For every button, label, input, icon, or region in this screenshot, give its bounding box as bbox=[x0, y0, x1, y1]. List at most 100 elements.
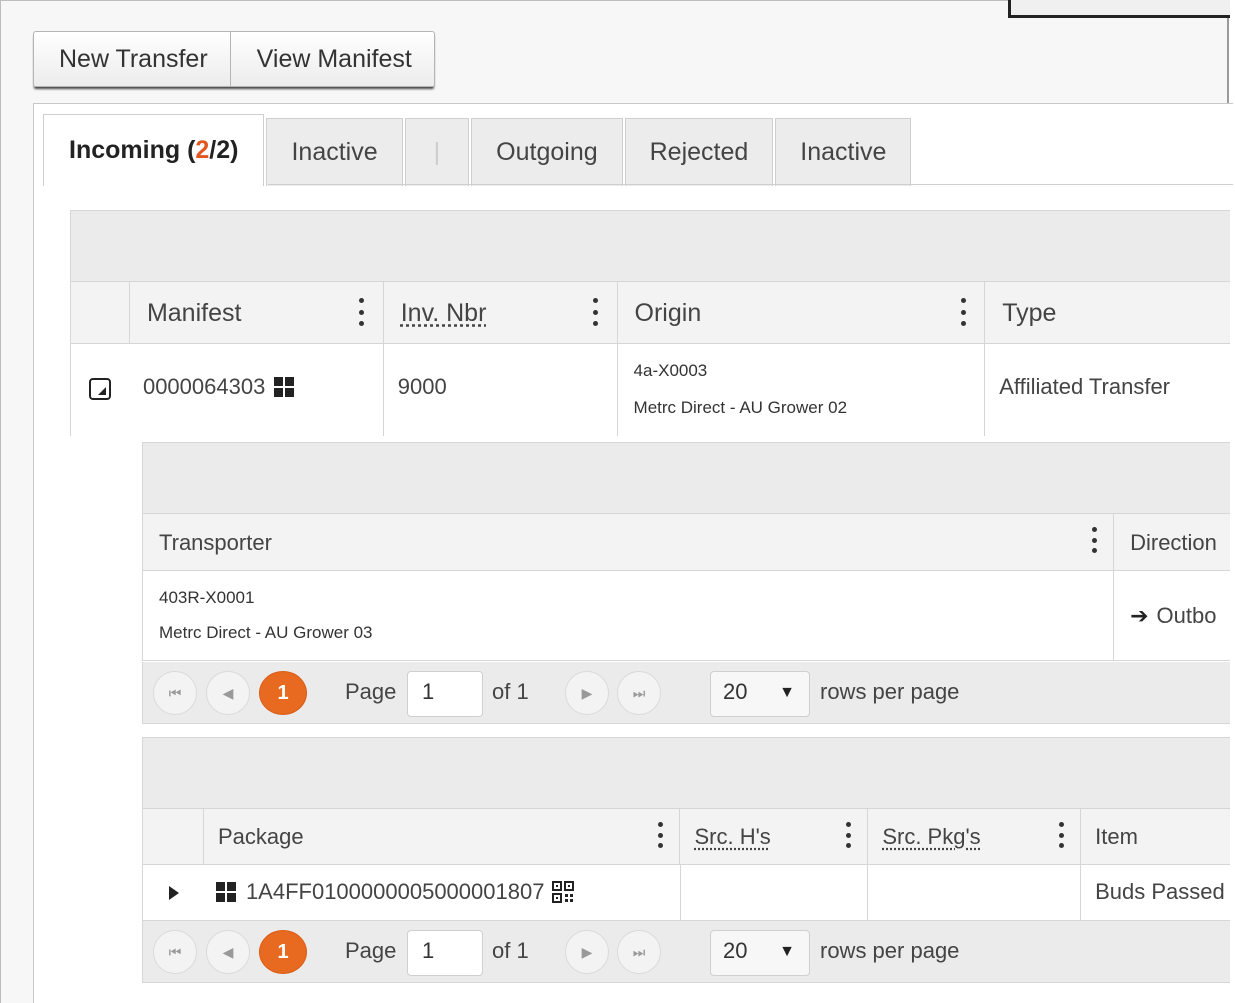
page-of-label: of 1 bbox=[492, 938, 529, 963]
first-page-icon: ⏮ bbox=[168, 684, 182, 701]
tab-rejected[interactable]: Rejected bbox=[624, 118, 774, 186]
column-header-inv-nbr[interactable]: Inv. Nbr bbox=[384, 282, 618, 344]
expand-arrow-icon[interactable] bbox=[169, 886, 179, 900]
column-header-package[interactable]: Package bbox=[204, 809, 681, 865]
expand-column-header bbox=[71, 282, 130, 344]
expand-column-header bbox=[143, 809, 204, 865]
column-menu-icon[interactable] bbox=[657, 822, 663, 848]
table-row[interactable]: 1A4FF0100000005000001807 Buds Passed bbox=[142, 865, 1230, 921]
last-page-icon: ⏭ bbox=[632, 684, 646, 701]
next-page-button[interactable]: ▶ bbox=[565, 671, 609, 715]
column-header-manifest-label: Manifest bbox=[146, 298, 242, 327]
rows-per-page-value: 20 bbox=[723, 679, 748, 704]
column-header-inv-nbr-label: Inv. Nbr bbox=[400, 298, 487, 327]
tab-strip: Incoming (2/2) Inactive | Outgoing Rejec… bbox=[43, 114, 913, 186]
column-menu-icon[interactable] bbox=[593, 298, 599, 326]
page-number-button[interactable]: 1 bbox=[259, 930, 307, 974]
view-manifest-button[interactable]: View Manifest bbox=[229, 32, 434, 86]
new-transfer-button[interactable]: New Transfer bbox=[34, 32, 230, 86]
package-grid-header: Package Src. H's Src. Pkg's Item bbox=[142, 809, 1230, 865]
table-row[interactable]: 403R-X0001 Metrc Direct - AU Grower 03 ➔… bbox=[142, 571, 1230, 661]
transporter-license: 403R-X0001 bbox=[159, 588, 255, 607]
grid-icon[interactable] bbox=[215, 882, 236, 902]
last-page-button[interactable]: ⏭ bbox=[617, 930, 661, 974]
rows-per-page-value: 20 bbox=[723, 938, 748, 963]
rows-per-page-label: rows per page bbox=[820, 679, 960, 704]
tab-incoming-label: Incoming bbox=[69, 136, 181, 164]
grid-icon[interactable] bbox=[274, 377, 295, 397]
table-row[interactable]: 0000064303 9000 4a-X0003 Metrc Direct - … bbox=[70, 344, 1230, 436]
item-cell: Buds Passed bbox=[1081, 865, 1230, 921]
transporter-cell: 403R-X0001 Metrc Direct - AU Grower 03 bbox=[143, 571, 1115, 661]
column-header-package-label: Package bbox=[217, 824, 304, 849]
type-value: Affiliated Transfer bbox=[999, 374, 1171, 399]
column-header-src-pkgs-label: Src. Pkg's bbox=[882, 824, 981, 849]
column-menu-icon[interactable] bbox=[359, 298, 365, 326]
prev-page-button[interactable]: ◀ bbox=[206, 671, 250, 715]
column-menu-icon[interactable] bbox=[845, 822, 851, 848]
column-menu-icon[interactable] bbox=[1058, 822, 1064, 848]
main-grid-header: Manifest Inv. Nbr Origin Type bbox=[70, 282, 1230, 344]
package-cell: 1A4FF0100000005000001807 bbox=[204, 865, 681, 921]
first-page-button[interactable]: ⏮ bbox=[153, 930, 197, 974]
tab-outgoing[interactable]: Outgoing bbox=[471, 118, 623, 186]
column-menu-icon[interactable] bbox=[960, 298, 966, 326]
inv-nbr-value: 9000 bbox=[397, 374, 447, 399]
prev-page-icon: ◀ bbox=[222, 943, 234, 960]
tab-inactive-outgoing[interactable]: Inactive bbox=[775, 118, 912, 186]
origin-license: 4a-X0003 bbox=[633, 361, 708, 380]
tab-separator: | bbox=[404, 118, 470, 186]
column-header-transporter[interactable]: Transporter bbox=[143, 514, 1115, 571]
inv-nbr-cell: 9000 bbox=[384, 344, 618, 436]
qr-code-icon[interactable] bbox=[552, 881, 575, 903]
arrow-right-icon: ➔ bbox=[1130, 603, 1149, 628]
first-page-button[interactable]: ⏮ bbox=[153, 671, 197, 715]
src-pkgs-cell bbox=[868, 865, 1082, 921]
page-input[interactable]: 1 bbox=[407, 671, 483, 717]
direction-value: Outbo bbox=[1156, 603, 1217, 628]
manifest-cell: 0000064303 bbox=[130, 344, 384, 436]
transporter-grid-header: Transporter Direction bbox=[142, 514, 1230, 571]
next-page-icon: ▶ bbox=[581, 684, 593, 701]
column-header-manifest[interactable]: Manifest bbox=[130, 282, 384, 344]
rows-per-page-select[interactable]: 20 ▼ bbox=[710, 671, 810, 717]
column-header-direction-label: Direction bbox=[1130, 529, 1217, 555]
transporter-grid-toolbar bbox=[142, 442, 1230, 514]
tab-incoming[interactable]: Incoming (2/2) bbox=[43, 114, 265, 186]
prev-page-button[interactable]: ◀ bbox=[206, 930, 250, 974]
column-menu-icon[interactable] bbox=[1091, 527, 1097, 553]
column-header-type[interactable]: Type bbox=[985, 282, 1230, 344]
rows-per-page-label: rows per page bbox=[820, 938, 960, 963]
row-expand-cell[interactable] bbox=[71, 344, 130, 436]
caret-down-icon: ▼ bbox=[779, 943, 795, 960]
column-header-item-label: Item bbox=[1095, 824, 1138, 849]
next-page-icon: ▶ bbox=[581, 943, 593, 960]
row-expand-cell[interactable] bbox=[143, 865, 204, 921]
direction-cell: ➔ Outbo bbox=[1114, 571, 1230, 661]
page-label: Page bbox=[345, 938, 397, 963]
column-header-src-pkgs[interactable]: Src. Pkg's bbox=[868, 809, 1082, 865]
next-page-button[interactable]: ▶ bbox=[565, 930, 609, 974]
page-number-button[interactable]: 1 bbox=[259, 671, 307, 715]
collapse-icon[interactable] bbox=[89, 378, 111, 400]
origin-cell: 4a-X0003 Metrc Direct - AU Grower 02 bbox=[618, 344, 986, 436]
package-tag: 1A4FF0100000005000001807 bbox=[245, 879, 545, 904]
tab-underline bbox=[268, 184, 1233, 185]
column-header-item[interactable]: Item bbox=[1081, 809, 1230, 865]
column-header-src-hs[interactable]: Src. H's bbox=[680, 809, 869, 865]
rows-per-page-select[interactable]: 20 ▼ bbox=[710, 930, 810, 976]
column-header-type-label: Type bbox=[1002, 298, 1057, 327]
package-pager: ⏮ ◀ 1 Page 1 of 1 ▶ ⏭ 20 ▼ rows per page bbox=[142, 921, 1230, 983]
page-input[interactable]: 1 bbox=[407, 930, 483, 976]
page-label: Page bbox=[345, 679, 397, 704]
last-page-button[interactable]: ⏭ bbox=[617, 671, 661, 715]
transporter-pager: ⏮ ◀ 1 Page 1 of 1 ▶ ⏭ 20 ▼ rows per page bbox=[142, 662, 1230, 724]
first-page-icon: ⏮ bbox=[168, 943, 182, 960]
page-of-label: of 1 bbox=[492, 679, 529, 704]
manifest-number: 0000064303 bbox=[142, 374, 266, 399]
column-header-direction[interactable]: Direction bbox=[1114, 514, 1230, 571]
tab-inactive-incoming[interactable]: Inactive bbox=[266, 118, 403, 186]
tab-incoming-count: (2/2) bbox=[187, 136, 239, 164]
caret-down-icon: ▼ bbox=[779, 684, 795, 701]
column-header-origin[interactable]: Origin bbox=[618, 282, 986, 344]
